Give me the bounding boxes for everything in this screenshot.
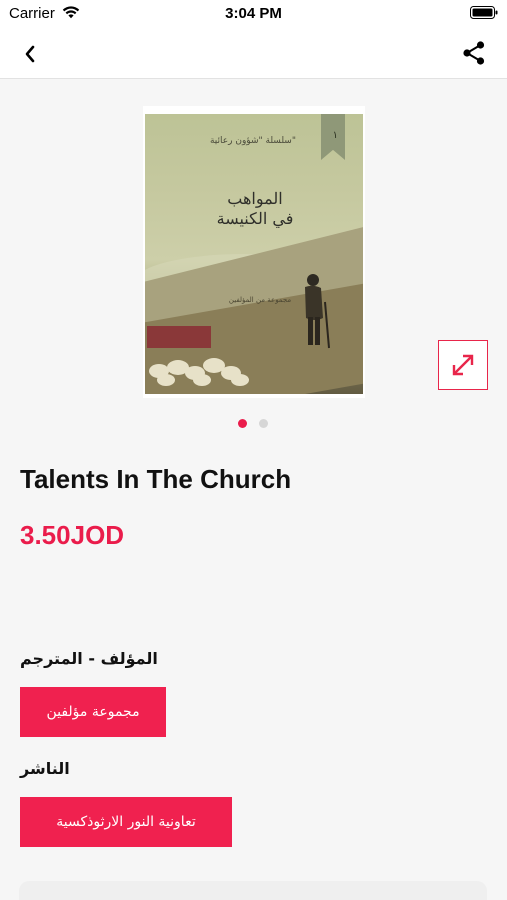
navigation-bar [0, 28, 507, 79]
book-cover-card[interactable]: ١ سلسلة "شؤون رعائية" المواهب في الكنيسة… [143, 106, 365, 398]
book-cover-image: ١ سلسلة "شؤون رعائية" المواهب في الكنيسة… [145, 114, 363, 394]
product-title: Talents In The Church [20, 464, 292, 494]
expand-image-button[interactable] [438, 340, 488, 390]
status-bar: Carrier 3:04 PM [0, 0, 507, 28]
gallery-pager [238, 419, 268, 428]
pager-dot-2[interactable] [259, 419, 268, 428]
publisher-chip[interactable]: تعاونية النور الارثوذكسية [20, 797, 232, 847]
author-label: المؤلف - المترجم [20, 649, 158, 668]
chevron-left-icon [25, 45, 35, 63]
sheep-flock [145, 354, 255, 388]
author-chip[interactable]: مجموعة مؤلفين [20, 687, 166, 737]
pager-dot-1[interactable] [238, 419, 247, 428]
cover-title-line2: في الكنيسة [216, 209, 294, 228]
battery-icon [470, 6, 498, 19]
cover-authors-text: مجموعة من المؤلفين [228, 296, 292, 304]
product-price: 3.50JOD [20, 520, 125, 550]
publisher-logo [147, 326, 211, 348]
publisher-label: الناشر [20, 759, 70, 778]
shepherd-figure [305, 274, 330, 349]
expand-arrows-icon [452, 354, 474, 376]
cover-title-line1: المواهب [227, 189, 283, 208]
bottom-panel [19, 881, 487, 900]
cover-series-text: سلسلة "شؤون رعائية" [209, 136, 296, 146]
share-icon [463, 41, 485, 65]
back-button[interactable] [14, 38, 46, 70]
series-number: ١ [332, 130, 338, 141]
share-button[interactable] [459, 38, 489, 68]
status-time: 3:04 PM [225, 5, 282, 22]
